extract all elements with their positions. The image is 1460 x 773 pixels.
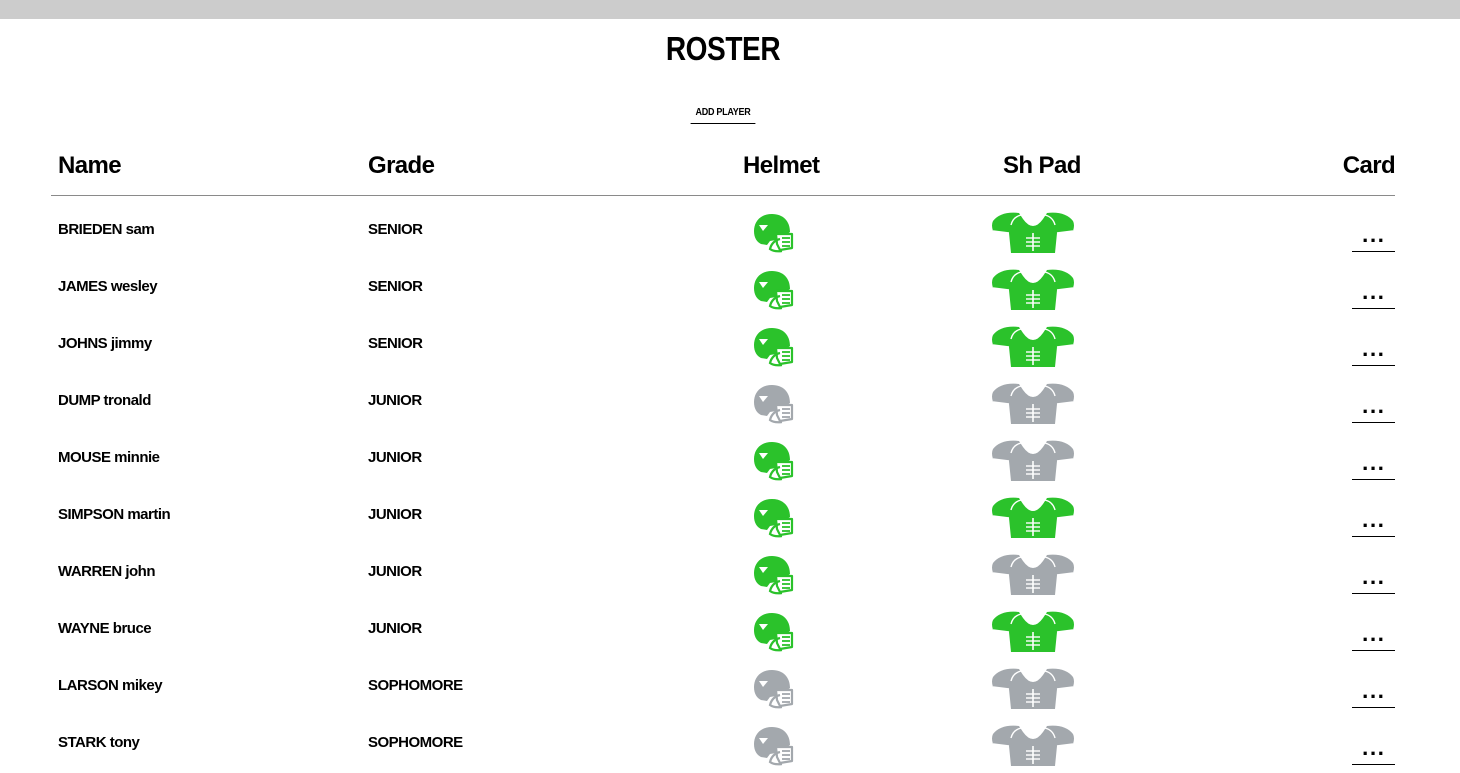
card-button[interactable]: ...	[1352, 678, 1395, 708]
player-grade: SENIOR	[368, 278, 423, 295]
player-name: LARSON mikey	[58, 677, 163, 694]
card-button[interactable]: ...	[1352, 621, 1395, 651]
player-name: STARK tony	[58, 734, 140, 751]
table-row: JOHNS jimmy SENIOR ...	[51, 310, 1395, 367]
player-name: BRIEDEN sam	[58, 221, 155, 238]
shoulder-pad-icon[interactable]	[991, 325, 1075, 367]
card-button[interactable]: ...	[1352, 450, 1395, 480]
player-grade: JUNIOR	[368, 563, 422, 580]
table-row: DUMP tronald JUNIOR ...	[51, 367, 1395, 424]
player-name: JAMES wesley	[58, 278, 158, 295]
helmet-icon[interactable]	[752, 268, 796, 312]
player-name: DUMP tronald	[58, 392, 151, 409]
column-header-card: Card	[1342, 152, 1396, 179]
column-header-shpad: Sh Pad	[1003, 152, 1081, 179]
card-button[interactable]: ...	[1352, 564, 1395, 594]
top-bar	[0, 0, 1460, 19]
player-grade: JUNIOR	[368, 506, 422, 523]
helmet-icon[interactable]	[752, 211, 796, 255]
card-button[interactable]: ...	[1352, 336, 1395, 366]
helmet-icon[interactable]	[752, 439, 796, 483]
table-header: Name Grade Helmet Sh Pad Card	[51, 148, 1396, 196]
table-row: WARREN john JUNIOR ...	[51, 538, 1395, 595]
shoulder-pad-icon[interactable]	[991, 268, 1075, 310]
player-grade: JUNIOR	[368, 449, 422, 466]
helmet-icon[interactable]	[752, 724, 796, 768]
player-name: WARREN john	[58, 563, 156, 580]
card-button[interactable]: ...	[1352, 735, 1395, 765]
card-button[interactable]: ...	[1352, 279, 1395, 309]
table-row: MOUSE minnie JUNIOR ...	[51, 424, 1395, 481]
table-row: STARK tony SOPHOMORE ...	[51, 709, 1395, 766]
column-header-grade: Grade	[368, 152, 435, 179]
add-player-button[interactable]: ADD PLAYER	[690, 102, 756, 124]
column-header-helmet: Helmet	[743, 152, 820, 179]
table-row: SIMPSON martin JUNIOR ...	[51, 481, 1395, 538]
shoulder-pad-icon[interactable]	[991, 553, 1075, 595]
card-button[interactable]: ...	[1352, 393, 1395, 423]
helmet-icon[interactable]	[752, 553, 796, 597]
card-button[interactable]: ...	[1352, 507, 1395, 537]
helmet-icon[interactable]	[752, 325, 796, 369]
helmet-icon[interactable]	[752, 382, 796, 426]
shoulder-pad-icon[interactable]	[991, 211, 1075, 253]
player-grade: SOPHOMORE	[368, 677, 463, 694]
helmet-icon[interactable]	[752, 667, 796, 711]
player-name: MOUSE minnie	[58, 449, 160, 466]
player-grade: SENIOR	[368, 335, 423, 352]
shoulder-pad-icon[interactable]	[991, 382, 1075, 424]
table-row: LARSON mikey SOPHOMORE ...	[51, 652, 1395, 709]
shoulder-pad-icon[interactable]	[991, 439, 1075, 481]
helmet-icon[interactable]	[752, 610, 796, 654]
shoulder-pad-icon[interactable]	[991, 496, 1075, 538]
shoulder-pad-icon[interactable]	[991, 610, 1075, 652]
table-row: WAYNE bruce JUNIOR ...	[51, 595, 1395, 652]
player-name: WAYNE bruce	[58, 620, 152, 637]
player-grade: JUNIOR	[368, 620, 422, 637]
page-title: ROSTER	[665, 30, 781, 67]
player-grade: JUNIOR	[368, 392, 422, 409]
player-name: SIMPSON martin	[58, 506, 171, 523]
column-header-name: Name	[58, 152, 122, 179]
player-name: JOHNS jimmy	[58, 335, 152, 352]
card-button[interactable]: ...	[1352, 222, 1395, 252]
table-row: JAMES wesley SENIOR ...	[51, 253, 1395, 310]
shoulder-pad-icon[interactable]	[991, 724, 1075, 766]
table-row: BRIEDEN sam SENIOR ...	[51, 196, 1395, 253]
helmet-icon[interactable]	[752, 496, 796, 540]
shoulder-pad-icon[interactable]	[991, 667, 1075, 709]
player-grade: SENIOR	[368, 221, 423, 238]
player-grade: SOPHOMORE	[368, 734, 463, 751]
